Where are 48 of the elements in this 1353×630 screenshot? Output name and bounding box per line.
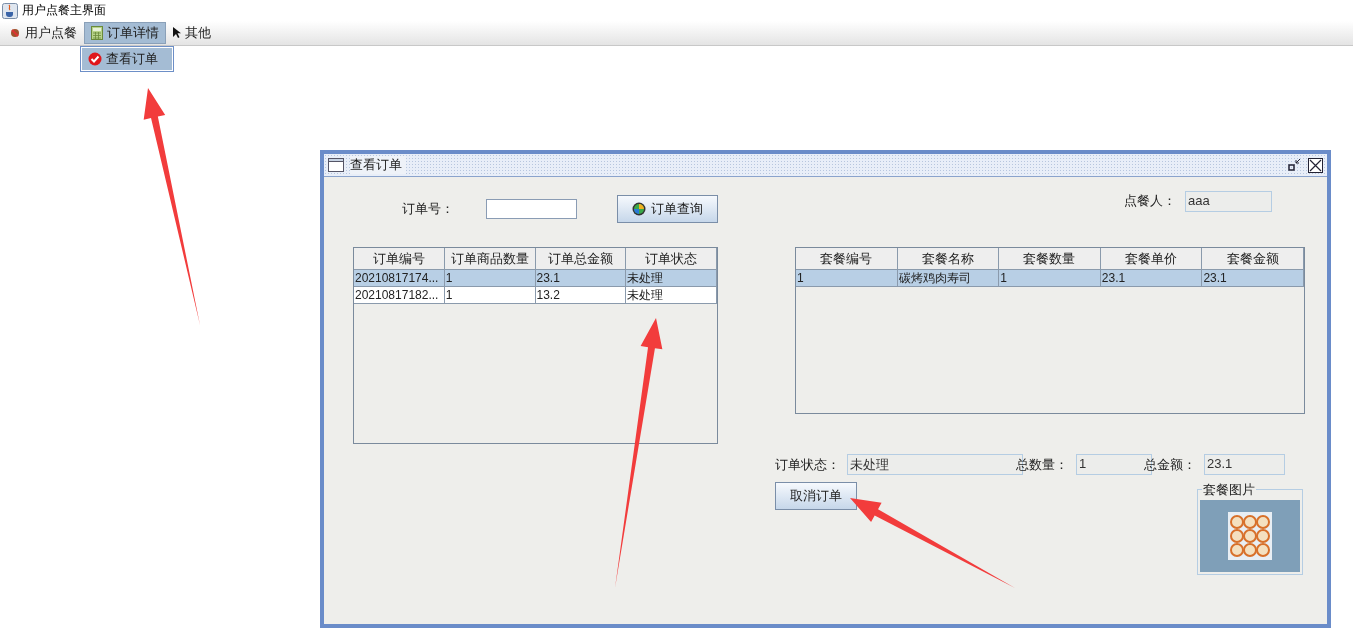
column-header[interactable]: 套餐数量: [999, 248, 1101, 270]
field-label: 总金额：: [1144, 455, 1197, 474]
restore-icon[interactable]: [1288, 158, 1302, 172]
table-cell[interactable]: 20210817182...: [354, 287, 445, 304]
plate-drawing: [1227, 511, 1273, 561]
table-cell[interactable]: 23.1: [1202, 270, 1304, 287]
window-title: 查看订单: [350, 156, 406, 174]
cancel-order-button[interactable]: 取消订单: [775, 482, 857, 510]
column-header[interactable]: 订单编号: [354, 248, 445, 270]
check-icon: [88, 52, 102, 66]
table-cell[interactable]: 1: [999, 270, 1101, 287]
table-cell[interactable]: 1: [796, 270, 898, 287]
globe-icon: [632, 202, 646, 216]
table-cell[interactable]: 20210817174...: [354, 270, 445, 287]
input-field[interactable]: [485, 199, 577, 219]
pointer-icon: [173, 27, 181, 39]
column-header[interactable]: 订单状态: [626, 248, 717, 270]
group-title: 套餐图片: [1202, 481, 1256, 499]
java-cup-icon: [2, 2, 18, 19]
field-label: 总数量：: [1016, 455, 1069, 474]
summary-field: 23.1: [1204, 454, 1285, 475]
menu-item[interactable]: 订单详情: [84, 22, 166, 44]
table-cell[interactable]: 23.1: [1100, 270, 1203, 287]
close-icon[interactable]: [1308, 157, 1323, 173]
table-cell[interactable]: 23.1: [535, 270, 627, 287]
window-icon: [328, 158, 344, 172]
query-button[interactable]: 订单查询: [616, 195, 718, 223]
menu-item[interactable]: 用户点餐: [2, 22, 84, 44]
calculator-icon: [91, 26, 103, 40]
column-header[interactable]: 套餐单价: [1100, 248, 1203, 270]
menu-item[interactable]: 查看订单: [82, 48, 172, 70]
column-header[interactable]: 套餐编号: [796, 248, 898, 270]
field-label: 订单号：: [402, 200, 455, 218]
column-header[interactable]: 订单商品数量: [444, 248, 536, 270]
table-cell[interactable]: 13.2: [535, 287, 627, 304]
table-cell[interactable]: 未处理: [626, 287, 717, 304]
table-cell[interactable]: 未处理: [626, 270, 717, 287]
customer-field: aaa: [1185, 190, 1272, 212]
field-label: 点餐人：: [1124, 192, 1177, 210]
column-header[interactable]: 套餐名称: [897, 248, 1000, 270]
column-header[interactable]: 订单总金额: [535, 248, 627, 270]
window-title: 用户点餐主界面: [22, 2, 106, 19]
table-cell[interactable]: 1: [444, 287, 536, 304]
table-cell[interactable]: 1: [444, 270, 536, 287]
field-label: 订单状态：: [775, 455, 841, 474]
column-header[interactable]: 套餐金额: [1202, 248, 1304, 270]
menu-item[interactable]: 其他: [166, 22, 218, 44]
table-cell[interactable]: 碳烤鸡肉寿司: [897, 270, 1000, 287]
